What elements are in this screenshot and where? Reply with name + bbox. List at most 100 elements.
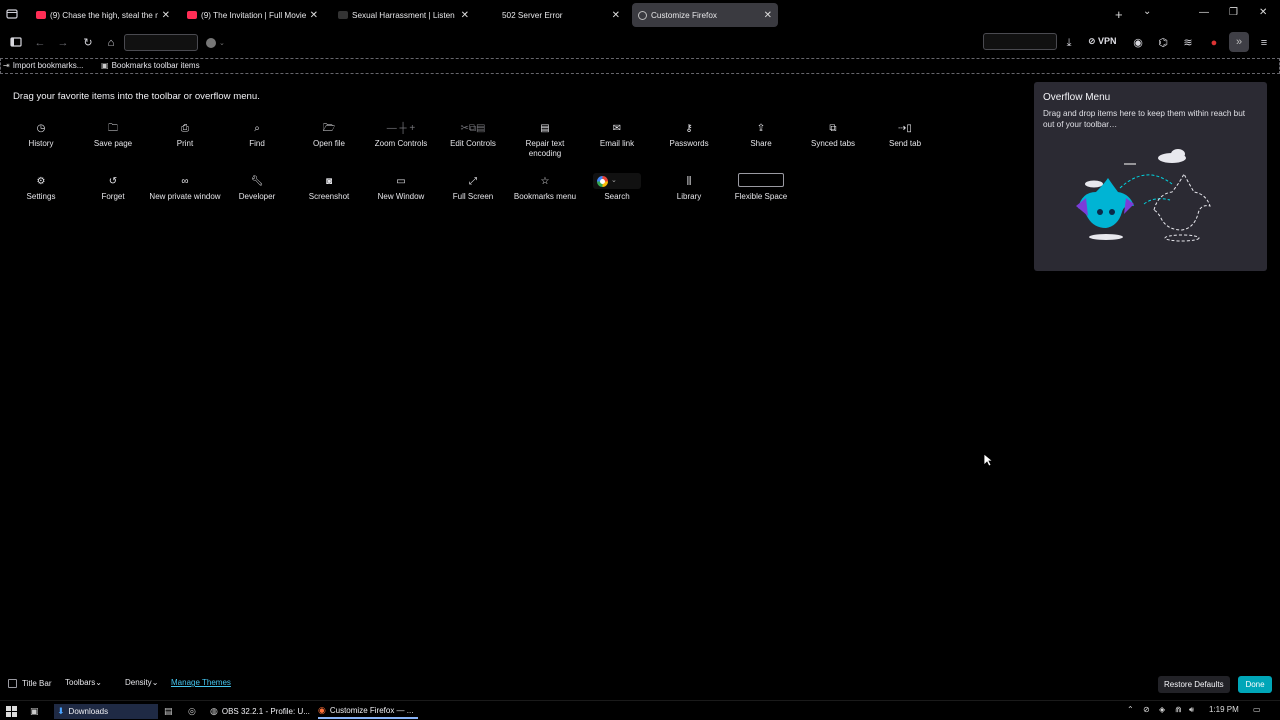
done-button[interactable]: Done: [1238, 676, 1272, 693]
tab-strip: (9) Chase the high, steal the nig ✕ (9) …: [0, 0, 1280, 30]
palette-item-screenshot[interactable]: ◙ Screenshot: [293, 175, 365, 202]
tab-youtube-chase[interactable]: (9) Chase the high, steal the nig ✕: [30, 3, 176, 27]
google-icon: [597, 175, 608, 187]
close-icon[interactable]: ✕: [612, 10, 620, 21]
mail-icon: ✉: [612, 123, 622, 134]
chrome-icon[interactable]: ◎: [188, 704, 196, 719]
minimize-icon[interactable]: —: [1199, 7, 1209, 18]
new-tab-plus-icon[interactable]: +: [1115, 7, 1123, 22]
palette-item-label: Open file: [312, 139, 346, 148]
tab-title: 502 Server Error: [502, 10, 563, 20]
palette-item-flexible-space[interactable]: Flexible Space: [725, 173, 797, 202]
palette-item-send-tab[interactable]: ⇢▯ Send tab: [869, 122, 941, 149]
notification-icon[interactable]: ▭: [1253, 705, 1261, 714]
palette-item-repair-text-encoding[interactable]: ▤ Repair text encoding: [509, 122, 581, 159]
overflow-menu-button[interactable]: »: [1229, 32, 1249, 52]
toolbar-flexible-box[interactable]: [983, 33, 1057, 50]
close-icon[interactable]: ✕: [310, 10, 318, 21]
list-all-tabs-icon[interactable]: [6, 8, 20, 22]
search-widget: ⌄: [593, 173, 641, 189]
taskbar-downloads[interactable]: ⬇ Downloads: [54, 704, 158, 719]
tray-network-icon[interactable]: ◈: [1159, 705, 1165, 714]
import-arrow-icon: ⇥: [3, 61, 10, 70]
zoom-icon: — ┼ +: [386, 123, 416, 134]
taskbar-firefox[interactable]: ◉ Customize Firefox — ...: [318, 704, 418, 719]
overflow-menu-panel[interactable]: Overflow Menu Drag and drop items here t…: [1034, 82, 1267, 271]
palette-item-print[interactable]: ⎙ Print: [149, 122, 221, 149]
palette-item-open-file[interactable]: 🗁 Open file: [293, 122, 365, 149]
palette-item-full-screen[interactable]: ⤢ Full Screen: [437, 175, 509, 202]
restore-defaults-button[interactable]: Restore Defaults: [1158, 676, 1230, 693]
tray-chevron-up-icon[interactable]: ⌃: [1127, 705, 1134, 714]
palette-item-history[interactable]: ◷ History: [5, 122, 77, 149]
sidebar-icon[interactable]: [9, 36, 23, 50]
palette-item-search[interactable]: ⌄ Search: [581, 173, 653, 202]
taskbar-obs[interactable]: ◍ OBS 32.2.1 - Profile: U...: [210, 704, 310, 719]
palette-item-synced-tabs[interactable]: ⧉ Synced tabs: [797, 122, 869, 149]
download-icon: ⬇: [57, 706, 65, 716]
folder-icon: 🗁: [322, 123, 336, 134]
palette-item-library[interactable]: ⫼ Library: [653, 175, 725, 202]
checkbox-box[interactable]: [8, 679, 17, 688]
palette-item-label: Synced tabs: [810, 139, 856, 148]
home-icon[interactable]: ⌂: [104, 36, 118, 50]
palette-item-email-link[interactable]: ✉ Email link: [581, 122, 653, 149]
volume-icon[interactable]: 🔊︎: [1189, 705, 1194, 715]
overflow-illustration: [1076, 149, 1211, 242]
palette-item-label: Share: [750, 139, 772, 148]
overflow-panel-description: Drag and drop items here to keep them wi…: [1043, 109, 1246, 129]
hamburger-menu-icon[interactable]: ≡: [1257, 36, 1271, 50]
tab-customize-firefox[interactable]: Customize Firefox ✕: [632, 3, 778, 27]
close-icon[interactable]: ✕: [162, 10, 170, 21]
import-bookmarks-button[interactable]: ⇥ Import bookmarks...: [3, 61, 83, 70]
palette-item-zoom-controls[interactable]: — ┼ + Zoom Controls: [365, 122, 437, 149]
reload-icon[interactable]: ↻: [81, 36, 95, 50]
tab-list-chevron-icon[interactable]: ⌄: [1143, 6, 1151, 17]
url-bar-placeholder[interactable]: [124, 34, 198, 51]
close-window-icon[interactable]: ✕: [1259, 7, 1267, 18]
tab-youtube-invitation[interactable]: (9) The Invitation | Full Movie | ! ✕: [181, 3, 324, 27]
account-icon[interactable]: ◉: [1131, 36, 1145, 50]
palette-item-save-page[interactable]: 🗀 Save page: [77, 122, 149, 149]
palette-item-settings[interactable]: ⚙ Settings: [5, 175, 77, 202]
vpn-button[interactable]: ⊘ VPN: [1088, 36, 1117, 47]
close-icon[interactable]: ✕: [461, 10, 469, 21]
task-view-icon[interactable]: ▣: [30, 704, 39, 719]
gear-icon: [638, 10, 647, 20]
wifi-icon[interactable]: ⋒: [1175, 705, 1182, 714]
forward-arrow-icon[interactable]: →: [56, 36, 70, 50]
mouse-cursor-icon: [983, 453, 993, 467]
search-bar-mini[interactable]: ⌄: [206, 37, 232, 49]
tab-server-error[interactable]: 502 Server Error ✕: [482, 3, 626, 27]
title-bar-checkbox[interactable]: Title Bar: [8, 679, 52, 688]
palette-item-edit-controls[interactable]: ✂⧉▤ Edit Controls: [437, 122, 509, 149]
palette-item-share[interactable]: ⇪ Share: [725, 122, 797, 149]
extensions-icon[interactable]: ⌬: [1156, 36, 1170, 50]
manage-themes-link[interactable]: Manage Themes: [171, 678, 231, 687]
toolbars-dropdown[interactable]: Toolbars⌄: [65, 678, 102, 687]
palette-item-label: Find: [249, 139, 265, 148]
ublock-icon[interactable]: ●: [1207, 36, 1221, 50]
wrench-icon: 🔧︎: [250, 176, 264, 187]
back-arrow-icon[interactable]: ←: [33, 36, 47, 50]
palette-item-forget[interactable]: ↺ Forget: [77, 175, 149, 202]
close-icon[interactable]: ✕: [764, 10, 772, 21]
tray-app-icon[interactable]: ⊘: [1143, 705, 1150, 714]
taskbar-pinned-app-icon[interactable]: ▤: [164, 704, 173, 719]
palette-item-new-private-window[interactable]: ∞ New private window: [149, 175, 221, 202]
palette-item-find[interactable]: ⌕ Find: [221, 122, 293, 149]
layers-icon[interactable]: ≋: [1181, 36, 1195, 50]
youtube-icon: [36, 11, 46, 19]
palette-item-bookmarks-menu[interactable]: ☆ Bookmarks menu: [509, 175, 581, 202]
bookmarks-icon: ▣: [101, 61, 109, 70]
restore-window-icon[interactable]: ❐: [1229, 7, 1238, 18]
palette-item-developer[interactable]: 🔧︎ Developer: [221, 175, 293, 202]
taskbar-clock[interactable]: 1:19 PM: [1209, 705, 1239, 714]
bookmarks-toolbar-items[interactable]: ▣ Bookmarks toolbar items: [101, 61, 200, 70]
tab-netflix[interactable]: Sexual Harrassment | Listen and ✕: [332, 3, 475, 27]
palette-item-passwords[interactable]: ⚷ Passwords: [653, 122, 725, 149]
start-button[interactable]: [6, 704, 17, 719]
palette-item-new-window[interactable]: ▭ New Window: [365, 175, 437, 202]
density-dropdown[interactable]: Density⌄: [125, 678, 158, 687]
download-icon[interactable]: ⤓: [1062, 36, 1076, 50]
